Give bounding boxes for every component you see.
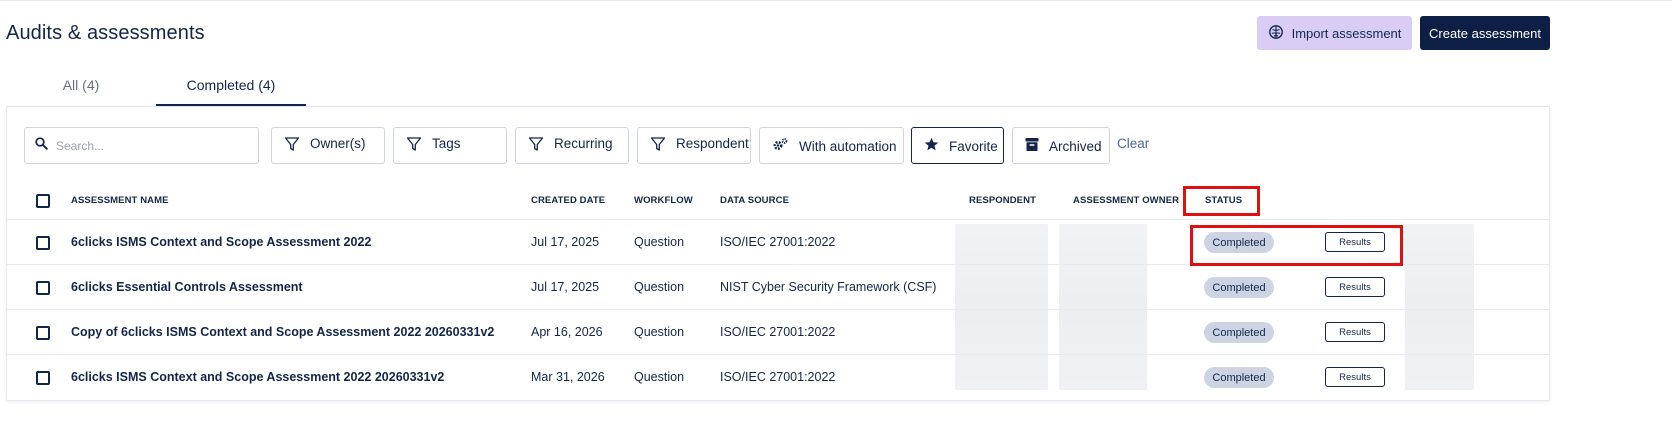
column-header-assessment-owner[interactable]: ASSESSMENT OWNER [1073,195,1179,206]
data-source: ISO/IEC 27001:2022 [720,325,836,339]
recurring-filter-label: Recurring [554,136,613,151]
workflow: Question [634,235,685,249]
status-badge: Completed [1204,277,1274,298]
results-button[interactable]: Results [1325,367,1385,387]
row-checkbox[interactable] [36,326,50,340]
results-button[interactable]: Results [1325,322,1385,342]
tab-all[interactable]: All (4) [6,64,156,106]
filter-icon [528,136,544,155]
recurring-filter-button[interactable]: Recurring [515,127,629,164]
status-header-highlight-box [1183,186,1260,216]
favorite-toggle[interactable]: Favorite [911,127,1004,164]
respondent-filter-label: Respondent [676,136,749,151]
filter-icon [650,136,666,155]
status-badge: Completed [1204,367,1274,388]
actions-redacted-block [1405,224,1474,390]
row-checkbox[interactable] [36,236,50,250]
select-all-checkbox[interactable] [36,194,50,208]
archived-toggle[interactable]: Archived [1012,127,1110,164]
data-source: ISO/IEC 27001:2022 [720,235,836,249]
created-date: Apr 16, 2026 [531,325,603,339]
column-header-data-source[interactable]: DATA SOURCE [720,195,789,206]
header-divider [7,219,1549,220]
owners-filter-button[interactable]: Owner(s) [271,127,385,164]
tags-filter-label: Tags [432,136,461,151]
row-checkbox[interactable] [36,281,50,295]
search-input[interactable] [56,138,236,153]
star-icon [924,137,939,155]
clear-filters-link[interactable]: Clear [1117,136,1149,151]
assessment-name-link[interactable]: 6clicks Essential Controls Assessment [71,280,303,294]
favorite-label: Favorite [949,139,998,154]
page-title: Audits & assessments [6,22,205,44]
column-header-respondent[interactable]: RESPONDENT [969,195,1036,206]
archive-box-icon [1025,137,1039,155]
column-header-workflow[interactable]: WORKFLOW [634,195,693,206]
row-divider [7,309,1549,310]
import-assessment-label: Import assessment [1291,25,1402,41]
top-divider [0,0,1672,1]
data-source: ISO/IEC 27001:2022 [720,370,836,384]
workflow: Question [634,370,685,384]
tab-completed[interactable]: Completed (4) [156,64,306,106]
create-assessment-button[interactable]: Create assessment [1420,16,1550,50]
workflow: Question [634,280,685,294]
with-automation-toggle[interactable]: With automation [759,127,904,164]
tags-filter-button[interactable]: Tags [393,127,507,164]
search-box[interactable] [24,127,259,164]
row-checkbox[interactable] [36,371,50,385]
row-divider [7,354,1549,355]
created-date: Mar 31, 2026 [531,370,605,384]
results-button[interactable]: Results [1325,277,1385,297]
filter-icon [406,136,422,155]
owners-filter-label: Owner(s) [310,136,366,151]
respondent-redacted-block [955,224,1048,390]
status-cell-highlight-box [1190,225,1403,266]
column-header-assessment-name[interactable]: ASSESSMENT NAME [71,195,169,206]
brain-icon [1268,24,1284,43]
archived-label: Archived [1049,139,1102,154]
created-date: Jul 17, 2025 [531,235,600,249]
owner-redacted-block [1059,224,1147,390]
assessment-name-link[interactable]: Copy of 6clicks ISMS Context and Scope A… [71,325,494,339]
data-source: NIST Cyber Security Framework (CSF) [720,280,937,294]
gears-icon [772,137,789,155]
search-icon [35,136,48,155]
import-assessment-button[interactable]: Import assessment [1257,16,1412,50]
assessment-name-link[interactable]: 6clicks ISMS Context and Scope Assessmen… [71,235,371,249]
status-badge: Completed [1204,322,1274,343]
assessment-name-link[interactable]: 6clicks ISMS Context and Scope Assessmen… [71,370,444,384]
filter-icon [284,136,300,155]
workflow: Question [634,325,685,339]
column-header-created-date[interactable]: CREATED DATE [531,195,605,206]
tab-bar: All (4) Completed (4) [6,64,1550,106]
respondent-filter-button[interactable]: Respondent [637,127,751,164]
created-date: Jul 17, 2025 [531,280,600,294]
with-automation-label: With automation [799,139,897,154]
